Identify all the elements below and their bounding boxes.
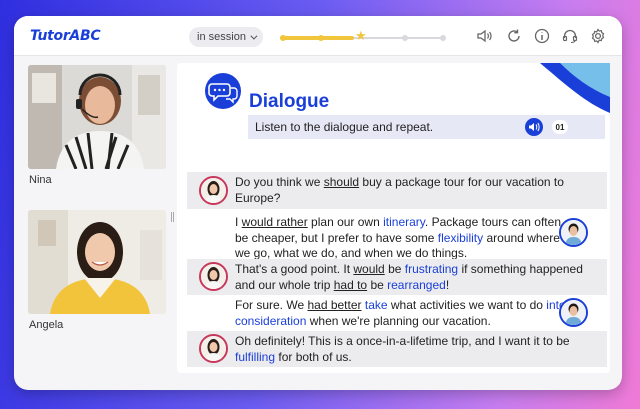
dialogue-line: That's a good point. It would be frustra… (187, 259, 607, 295)
dialogue-row: That's a good point. It would be frustra… (235, 262, 583, 278)
video-student (28, 210, 166, 314)
dialogue-segment: and our whole trip (235, 277, 334, 292)
session-status-label: in session (197, 31, 246, 43)
female-speaker-avatar (199, 262, 228, 291)
dialogue-segment: . Package tours can often (424, 215, 561, 229)
video-tutor (28, 65, 166, 169)
headset-icon[interactable] (561, 27, 579, 45)
progress-star-icon: ★ (355, 28, 367, 43)
refresh-icon[interactable] (505, 27, 523, 45)
chevron-down-icon (250, 32, 258, 40)
dialogue-segment: when we're planning our vacation. (306, 313, 491, 328)
dialogue-text: Oh definitely! This is a once-in-a-lifet… (235, 334, 570, 365)
info-icon[interactable] (533, 27, 551, 45)
top-bar: TutorABC in session ★ (14, 16, 622, 56)
instruction-text: Listen to the dialogue and repeat. (255, 120, 434, 134)
lesson-progress: ★ (280, 29, 450, 42)
progress-step (318, 35, 324, 41)
participant-name: Angela (29, 319, 64, 331)
dialogue-text: For sure. We had better take what activi… (235, 298, 566, 329)
dialogue-row: be cheaper, but I prefer to have some fl… (235, 231, 561, 247)
dialogue-row: For sure. We had better take what activi… (235, 298, 566, 314)
dialogue-segment: That's a good point. It (235, 262, 354, 276)
participants-panel: Nina Angela (14, 57, 179, 390)
participant-name: Nina (29, 174, 52, 186)
dialogue-segment: For sure. We (235, 298, 308, 312)
dialogue-row: consideration when we're planning our va… (235, 314, 566, 330)
dialogue-row: Europe? (235, 191, 564, 207)
dialogue-text: I would rather plan our own itinerary. P… (235, 215, 561, 262)
dialogue-segment: we go, what we do, and when we do things… (235, 246, 468, 260)
dialogue-segment: buy a package tour for our vacation to (359, 175, 564, 189)
male-speaker-avatar (559, 218, 588, 247)
grammar-phrase: would (353, 262, 385, 276)
grammar-phrase: should (323, 175, 360, 189)
dialogue-line: Oh definitely! This is a once-in-a-lifet… (187, 331, 607, 367)
dialogue-line: Do you think we should buy a package tou… (187, 172, 607, 209)
dialogue-segment: Oh definitely! This is a once-in-a-lifet… (235, 334, 570, 348)
male-speaker-avatar (559, 298, 588, 327)
vocabulary-word: frustrating (404, 262, 459, 276)
progress-step (402, 35, 408, 41)
dialogue-row: Do you think we should buy a package tou… (235, 175, 564, 191)
panel-resize-handle[interactable] (171, 212, 174, 222)
app-logo: TutorABC (30, 28, 101, 44)
dialogue-segment: be (367, 277, 388, 292)
instruction-bar: Listen to the dialogue and repeat. 01 (248, 115, 605, 139)
dialogue-line: I would rather plan our own itinerary. P… (187, 212, 607, 262)
dialogue-segment: ! (445, 277, 450, 292)
speaker-icon[interactable] (475, 27, 493, 45)
dialogue-segment: be (384, 262, 405, 276)
grammar-phrase: had better (307, 298, 362, 312)
tutor-video-image (28, 65, 166, 169)
dialogue-segment: if something happened (458, 262, 583, 276)
dialogue-segment: Do you think we (235, 175, 324, 189)
dialogue-text: That's a good point. It would be frustra… (235, 262, 583, 293)
progress-fill (280, 36, 354, 40)
grammar-phrase: would rather (241, 215, 308, 229)
dialogue-segment: what activities we want to do (387, 298, 547, 312)
gear-icon[interactable] (589, 27, 607, 45)
dialogue-segment: Europe? (235, 190, 281, 205)
decorative-corner (540, 63, 610, 113)
lesson-slide: Dialogue Listen to the dialogue and repe… (177, 63, 610, 373)
dialogue-row: I would rather plan our own itinerary. P… (235, 215, 561, 231)
dialogue-line: For sure. We had better take what activi… (187, 295, 607, 331)
lesson-title: Dialogue (249, 91, 330, 112)
dialogue-segment: for both of us. (275, 349, 352, 364)
vocabulary-word: consideration (235, 313, 307, 328)
dialogue-segment: around where (483, 230, 560, 245)
grammar-phrase: had to (333, 277, 368, 292)
vocabulary-word: take (364, 298, 388, 312)
track-number: 01 (552, 120, 568, 134)
session-status-dropdown[interactable]: in session (189, 27, 263, 47)
dialogue-segment: plan our own (307, 215, 384, 229)
dialogue-row: Oh definitely! This is a once-in-a-lifet… (235, 334, 570, 350)
app-window: TutorABC in session ★ Nina Angela Dialog… (14, 16, 622, 390)
chat-bubbles-icon (205, 73, 241, 109)
dialogue-segment: I (235, 215, 242, 229)
vocabulary-word: flexibility (437, 230, 484, 245)
vocabulary-word: itinerary (383, 215, 425, 229)
play-audio-button[interactable] (525, 118, 543, 136)
progress-step (280, 35, 286, 41)
dialogue-row: fulfilling for both of us. (235, 350, 570, 366)
dialogue-text: Do you think we should buy a package tou… (235, 175, 564, 206)
student-video-image (28, 210, 166, 314)
progress-step (440, 35, 446, 41)
vocabulary-word: rearranged (387, 277, 446, 292)
vocabulary-word: fulfilling (235, 349, 276, 364)
speaker-icon (529, 122, 540, 132)
female-speaker-avatar (199, 176, 228, 205)
female-speaker-avatar (199, 334, 228, 363)
dialogue-segment: be cheaper, but I prefer to have some (235, 230, 438, 245)
dialogue-row: and our whole trip had to be rearranged! (235, 278, 583, 294)
